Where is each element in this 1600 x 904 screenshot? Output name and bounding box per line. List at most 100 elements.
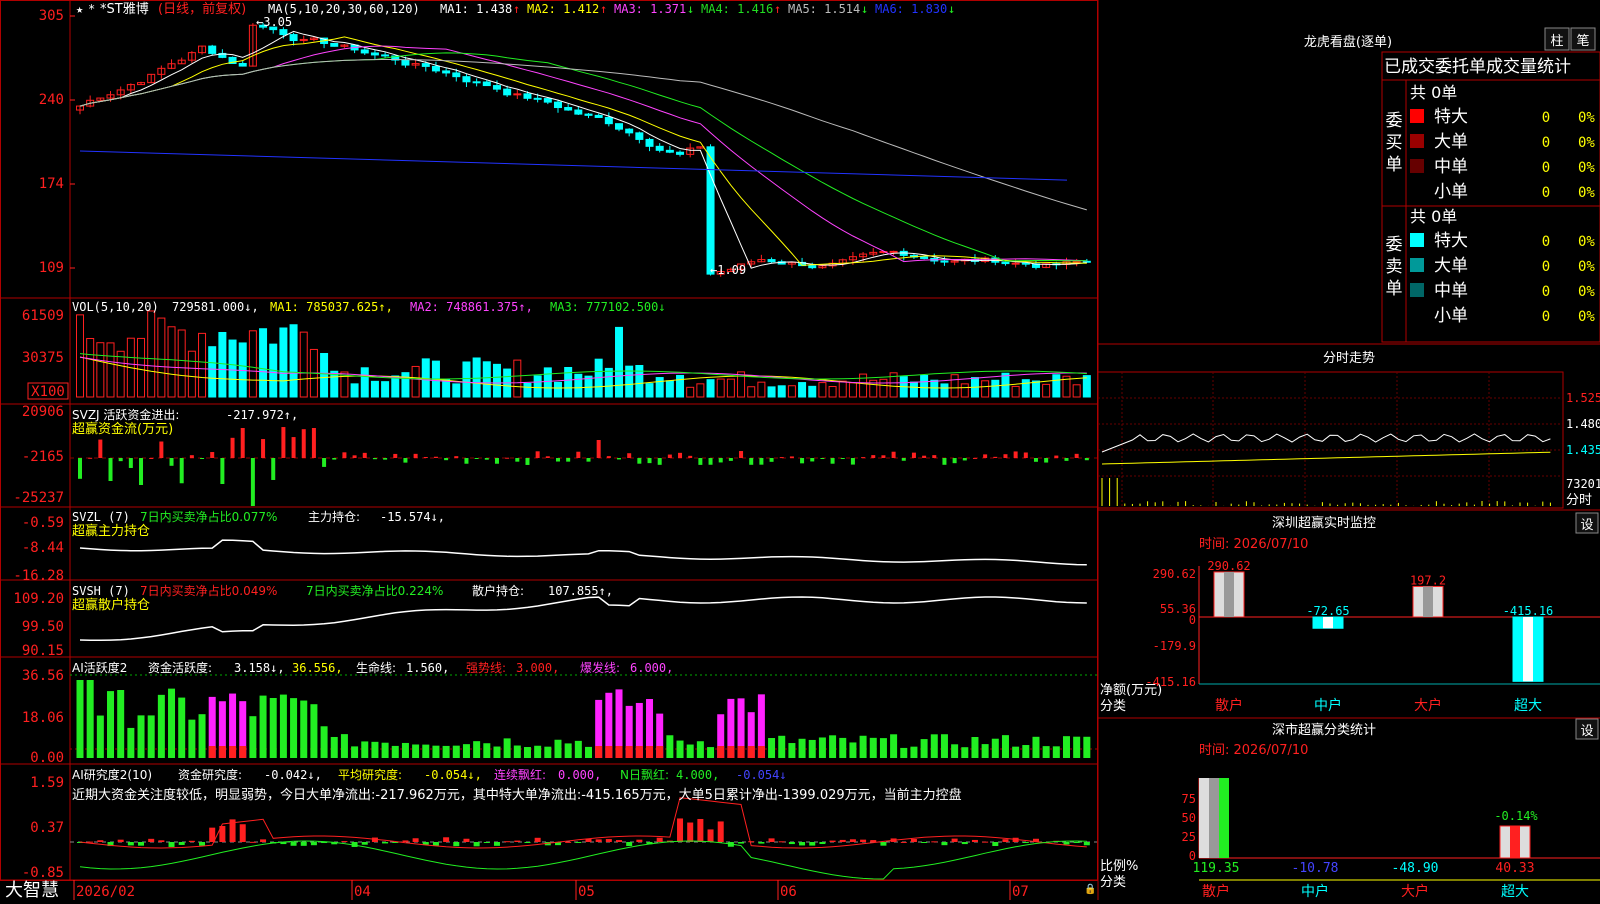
svzj-bar (149, 457, 154, 459)
volume-bar (818, 382, 827, 398)
volume-bar (635, 364, 644, 398)
class-value: 119.35 (1193, 861, 1240, 876)
svzj-bar (972, 457, 977, 459)
research-bar (910, 839, 917, 842)
research-bar (799, 842, 806, 846)
candle-body (920, 256, 929, 259)
sell-label-char: 委 (1386, 235, 1403, 255)
active-bar (147, 715, 155, 758)
class-title: 深市超赢分类统计 (1272, 722, 1376, 738)
svzj-bar (352, 455, 357, 458)
volume-bar (187, 350, 196, 398)
buy_rows-name: 中单 (1434, 157, 1468, 177)
ma2-line (79, 36, 1087, 266)
svzj-bar (535, 451, 540, 458)
active-bar (666, 735, 674, 758)
active-bar (849, 742, 857, 758)
active-v3: 1.560, (406, 661, 449, 675)
active-bar-red (656, 746, 664, 758)
volume-bar (299, 331, 308, 398)
active-bar (585, 746, 592, 758)
buy_rows-swatch (1410, 159, 1424, 173)
research-bar (971, 839, 978, 842)
candle-body (279, 29, 288, 36)
buy_rows-name: 小单 (1434, 182, 1468, 202)
active-bar-red (747, 746, 755, 758)
candle-body (1001, 261, 1010, 265)
research-bar (534, 837, 541, 842)
candle-body (381, 54, 390, 57)
class-time: 时间: 2026/07/10 (1199, 743, 1308, 758)
monitor-title: 深圳超赢实时监控 (1272, 515, 1376, 531)
svzj-bar (383, 458, 388, 460)
monitor-category: 超大 (1514, 698, 1542, 714)
candle-body (462, 76, 471, 83)
svzj-bar (200, 458, 205, 459)
candle-body (706, 146, 715, 275)
research-bar (860, 839, 867, 842)
intraday-vol-unit: 分时 (1566, 493, 1592, 508)
candle-body (492, 85, 501, 90)
candle-body (808, 265, 817, 269)
svsh-tick: 90.15 (22, 643, 64, 659)
svzj-bar (1044, 458, 1049, 463)
active-t5: 爆发线: (580, 660, 620, 675)
volume-bar (564, 366, 573, 398)
class-tick: 75 (1182, 792, 1196, 806)
candle-body (594, 114, 603, 118)
monitor-category: 散户 (1215, 697, 1243, 714)
svzj-bar (881, 455, 886, 458)
active-bar (178, 697, 186, 758)
volume-value: 729581.000↓, (172, 300, 259, 314)
class-bar-super-inner (1510, 826, 1520, 858)
active-bar-red (737, 746, 745, 758)
volume-bar (411, 365, 420, 398)
research-v5: -0.054↓ (736, 768, 787, 782)
volume-bar (543, 367, 552, 398)
research-bar (738, 842, 745, 844)
sell_rows-swatch (1410, 258, 1424, 272)
active-bar (900, 747, 908, 758)
volume-bar (279, 327, 288, 398)
active-bar (107, 691, 115, 758)
active-bar (310, 704, 318, 758)
research-bar (127, 842, 134, 846)
volume-bar (665, 380, 674, 398)
sell_rows-name: 大单 (1434, 256, 1468, 276)
monitor-tick: 0 (1189, 613, 1196, 627)
ma3-arrow: ↓ (687, 2, 694, 16)
svzj-bar (983, 454, 988, 458)
monitor-bar-inner (1423, 586, 1433, 617)
research-t1: 资金研究度: (178, 767, 242, 782)
svzj-bar (311, 428, 316, 458)
sell-label-char: 卖 (1386, 257, 1403, 277)
svzj-bar (362, 452, 367, 458)
active-tick: 0.00 (30, 750, 64, 766)
candle-body (523, 93, 532, 99)
svzj-tick: 20906 (22, 404, 64, 420)
volume-bar (513, 359, 522, 398)
buy-total: 共 0单 (1410, 83, 1457, 102)
svzj-bar (1023, 452, 1028, 458)
svzj-bar (657, 458, 662, 465)
date-label: 06 (780, 884, 797, 900)
active-bar (269, 697, 277, 758)
sell_rows-count: 0 (1542, 284, 1550, 300)
vol-ma2-value: MA2: 748861.375↑, (410, 300, 533, 314)
active-bar (839, 737, 847, 758)
research-bar (473, 842, 480, 847)
candle-body (482, 81, 491, 87)
active-bar (412, 744, 420, 758)
class-value: -10.78 (1292, 861, 1339, 876)
svzj-bar (789, 456, 794, 458)
research-bar (778, 841, 785, 843)
active-bar (910, 746, 918, 758)
date-label: 04 (354, 884, 371, 900)
research-bar (1063, 842, 1070, 845)
candle-body (238, 62, 247, 67)
research-bar (524, 842, 531, 843)
volume-bar (676, 374, 685, 398)
class-bar-retail-inner (1209, 778, 1219, 858)
research-bar (260, 839, 267, 842)
sell_rows-name: 小单 (1434, 306, 1468, 326)
